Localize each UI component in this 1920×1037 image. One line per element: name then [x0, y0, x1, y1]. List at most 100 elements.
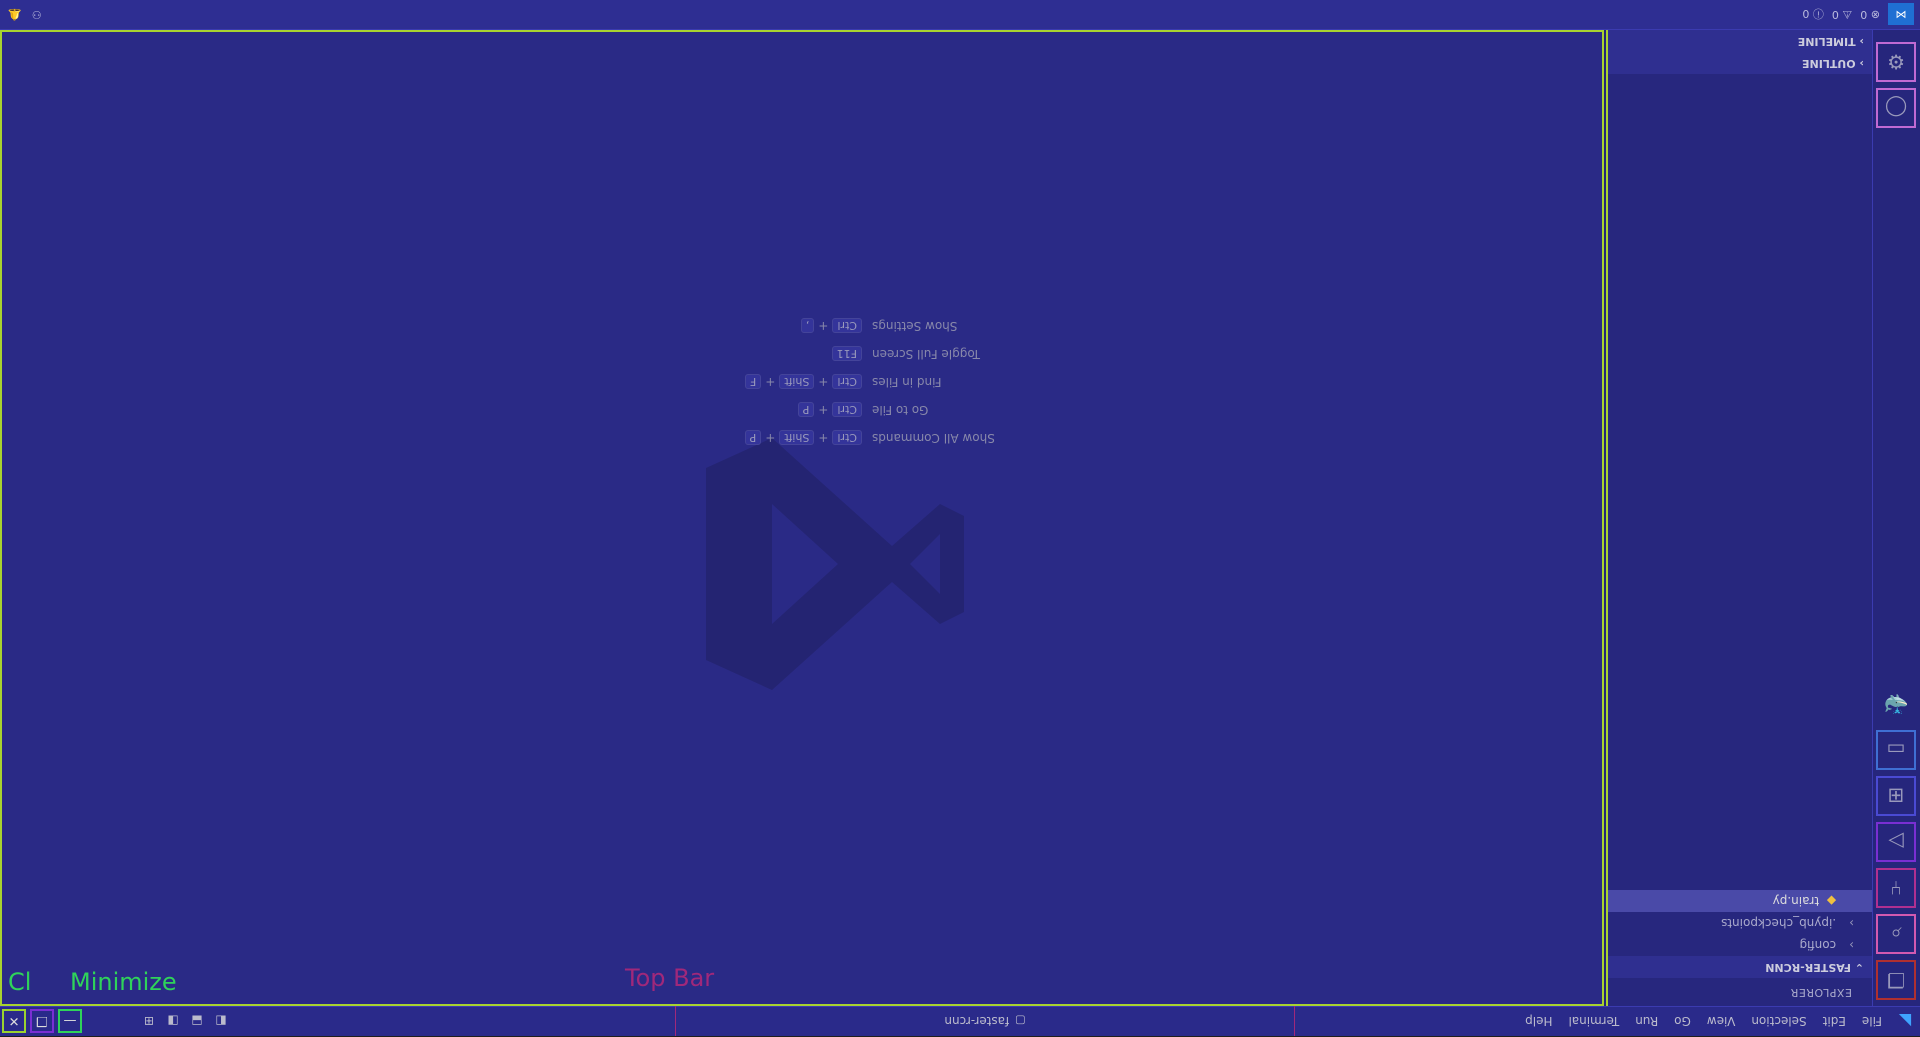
menu-go[interactable]: Go [1666, 1007, 1699, 1037]
vscode-watermark-icon [706, 438, 964, 690]
key: P [744, 430, 762, 446]
chevron-right-icon: › [1849, 916, 1854, 930]
key-sep: + [765, 375, 776, 390]
settings-gear-icon[interactable]: ⚙ [1876, 42, 1916, 82]
menu-edit[interactable]: Edit [1815, 1007, 1854, 1037]
key: P [797, 402, 815, 418]
key: F11 [831, 346, 862, 362]
tree-item-config[interactable]: › config [1608, 934, 1872, 956]
key-sep: + [818, 403, 829, 418]
vscode-window: ◣ File Edit Selection View Go Run Termin… [0, 0, 1920, 1036]
editor-area[interactable]: Show All Commands Ctrl + Shift + P Go to… [0, 30, 1604, 1006]
window-controls: — ❐ ✕ [0, 1006, 84, 1036]
tree-item-label: train.py [1772, 894, 1820, 908]
sidebar-bottom-sections: › OUTLINE › TIMELINE [1608, 30, 1872, 74]
window-title-area[interactable]: ▢ faster-rcnn [675, 1006, 1295, 1036]
key-sep: + [818, 431, 829, 446]
shortcut-label: Go to File [872, 403, 929, 417]
layout-controls: ◧ ⬓ ◨ ⊞ [140, 1006, 230, 1036]
menu-bar: File Edit Selection View Go Run Terminal… [1517, 1007, 1890, 1037]
shortcut-row: Show All Commands Ctrl + Shift + P [632, 424, 1052, 452]
key: Ctrl [832, 374, 862, 390]
activity-bar: ❐ ⌕ ⑂ ▷ ⊞ ▭ 🐳 ◯ ⚙ [1872, 30, 1920, 1006]
shortcut-keys: F11 [831, 346, 862, 362]
toggle-primary-sidebar-icon[interactable]: ◧ [212, 1012, 230, 1030]
remote-indicator-icon[interactable]: ⋈ [1888, 3, 1914, 26]
docker-icon[interactable]: 🐳 [1876, 684, 1916, 724]
explorer-sidebar: EXPLORER ⌄ FASTER-RCNN › config › .ipynb… [1606, 30, 1872, 1006]
shortcut-row: Go to File Ctrl + P [632, 396, 1052, 424]
toggle-secondary-sidebar-icon[interactable]: ◨ [164, 1012, 182, 1030]
shortcut-keys: Ctrl + Shift + F [744, 374, 862, 390]
accounts-icon[interactable]: ◯ [1876, 88, 1916, 128]
close-button[interactable]: ✕ [2, 1009, 26, 1033]
folder-section-label: FASTER-RCNN [1765, 961, 1851, 974]
chevron-down-icon: ⌄ [1850, 961, 1864, 974]
shortcut-keys: Ctrl + Shift + P [744, 430, 862, 446]
key: Shift [779, 430, 815, 446]
menu-run[interactable]: Run [1627, 1007, 1666, 1037]
shortcut-label: Find in Files [872, 375, 942, 389]
outline-label: OUTLINE [1802, 57, 1856, 70]
chevron-right-icon: › [1849, 938, 1854, 952]
menu-file[interactable]: File [1854, 1007, 1890, 1037]
menu-terminal[interactable]: Terminal [1560, 1007, 1627, 1037]
shortcut-row: Show Settings Ctrl + , [632, 312, 1052, 340]
welcome-shortcuts: Show All Commands Ctrl + Shift + P Go to… [632, 312, 1052, 452]
toggle-panel-icon[interactable]: ⬓ [188, 1012, 206, 1030]
outline-section-header[interactable]: › OUTLINE [1608, 52, 1872, 74]
tree-item-label: config [1799, 938, 1837, 952]
sidebar-title: EXPLORER [1790, 986, 1852, 999]
info-count[interactable]: ⓘ 0 [1802, 7, 1824, 23]
key-sep: + [818, 319, 829, 334]
shortcut-label: Show All Commands [872, 431, 995, 445]
warnings-count[interactable]: ⚠ 0 [1832, 8, 1852, 21]
menu-selection[interactable]: Selection [1743, 1007, 1814, 1037]
tree-item-ipynb-checkpoints[interactable]: › .ipynb_checkpoints [1608, 912, 1872, 934]
shortcut-keys: Ctrl + , [800, 318, 862, 334]
notifications-bell-icon[interactable]: 🔔 [8, 8, 22, 21]
shortcut-label: Toggle Full Screen [872, 347, 980, 361]
title-bar: ◣ File Edit Selection View Go Run Termin… [0, 1006, 1920, 1036]
key-sep: + [765, 431, 776, 446]
key: Shift [779, 374, 815, 390]
activity-bar-bottom: ◯ ⚙ [1872, 38, 1920, 134]
minimize-button[interactable]: — [58, 1009, 82, 1033]
python-file-icon: ◆ [1826, 894, 1837, 908]
key: Ctrl [832, 318, 862, 334]
timeline-section-header[interactable]: › TIMELINE [1608, 30, 1872, 52]
customize-layout-icon[interactable]: ⊞ [140, 1012, 158, 1030]
key: Ctrl [832, 402, 862, 418]
accounts-status-icon[interactable]: ⚇ [32, 8, 42, 21]
folder-icon: ▢ [1015, 1014, 1026, 1028]
folder-section-header[interactable]: ⌄ FASTER-RCNN [1608, 956, 1872, 978]
extensions-icon[interactable]: ⊞ [1876, 776, 1916, 816]
key: F [744, 374, 762, 390]
chevron-right-icon: › [1855, 35, 1864, 48]
shortcut-row: Toggle Full Screen F11 [632, 340, 1052, 368]
key: , [800, 318, 815, 334]
status-bar: ⋈ ⊗ 0 ⚠ 0 ⓘ 0 ⚇ 🔔 [0, 0, 1920, 30]
errors-count[interactable]: ⊗ 0 [1860, 8, 1880, 21]
menu-help[interactable]: Help [1517, 1007, 1560, 1037]
shortcut-label: Show Settings [872, 319, 958, 333]
source-control-icon[interactable]: ⑂ [1876, 868, 1916, 908]
restore-button[interactable]: ❐ [30, 1009, 54, 1033]
explorer-icon[interactable]: ❐ [1876, 960, 1916, 1000]
key: Ctrl [832, 430, 862, 446]
status-bar-right: ⚇ 🔔 [8, 8, 42, 21]
vscode-logo-icon: ◣ [1898, 1012, 1912, 1031]
shortcut-row: Find in Files Ctrl + Shift + F [632, 368, 1052, 396]
shortcut-keys: Ctrl + P [797, 402, 862, 418]
key-sep: + [818, 375, 829, 390]
menu-view[interactable]: View [1699, 1007, 1743, 1037]
window-title: faster-rcnn [944, 1014, 1010, 1028]
timeline-label: TIMELINE [1797, 35, 1856, 48]
tree-item-label: .ipynb_checkpoints [1721, 916, 1837, 930]
status-bar-left: ⋈ ⊗ 0 ⚠ 0 ⓘ 0 [1802, 3, 1914, 26]
chevron-right-icon: › [1855, 57, 1864, 70]
tree-item-train-py[interactable]: ◆ train.py [1608, 890, 1872, 912]
search-icon[interactable]: ⌕ [1876, 914, 1916, 954]
run-debug-icon[interactable]: ▷ [1876, 822, 1916, 862]
remote-explorer-icon[interactable]: ▭ [1876, 730, 1916, 770]
